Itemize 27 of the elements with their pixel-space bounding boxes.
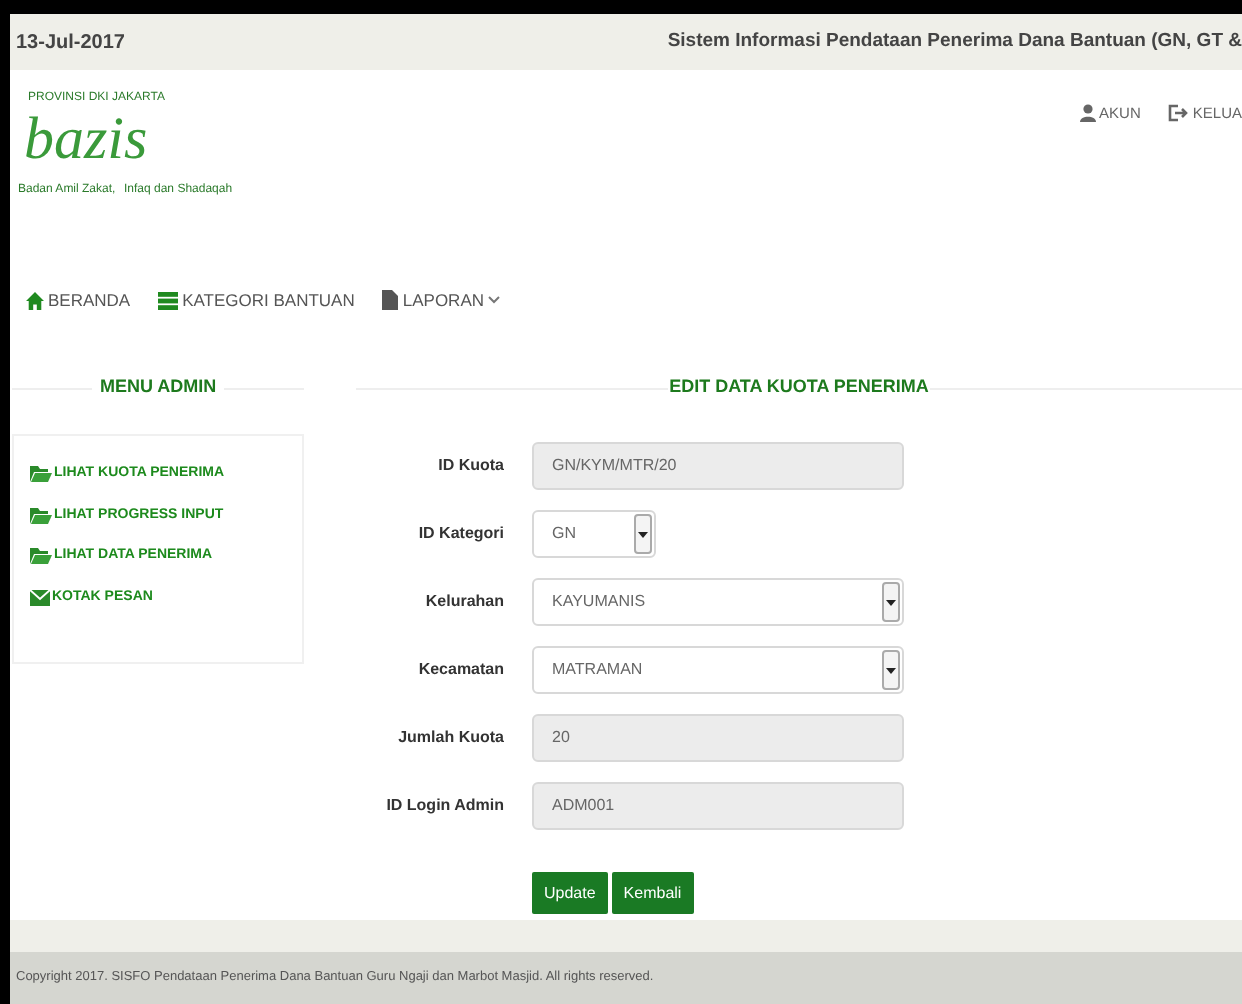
form-button[interactable]: Kembali (611, 872, 694, 914)
dropdown-field[interactable]: GN (532, 510, 656, 558)
nav-link[interactable]: LAPORAN (382, 287, 500, 313)
section-heading: MENU ADMIN (98, 374, 219, 401)
dropdown-field[interactable]: MATRAMAN (532, 646, 904, 694)
field-label: ID Kategori (416, 522, 506, 546)
field-label: Kecamatan (416, 658, 506, 682)
section-heading: EDIT DATA KUOTA PENERIMA (667, 374, 931, 401)
field-label: Jumlah Kuota (396, 726, 506, 750)
form-button[interactable]: Update (532, 872, 608, 914)
date-text: 13-Jul-2017 (16, 29, 125, 57)
envelope-icon (30, 589, 50, 606)
field-label: ID Kuota (436, 454, 506, 478)
nav-link[interactable]: BERANDA (26, 287, 131, 313)
field-label: ID Login Admin (384, 794, 506, 818)
folder-icon (30, 466, 52, 483)
dropdown-field[interactable]: KAYUMANIS (532, 578, 904, 626)
file-icon (382, 290, 399, 310)
logout-icon (1168, 104, 1189, 123)
site-title: Sistem Informasi Pendataan Penerima Dana Bantuan (GN, GT & (667, 27, 1242, 56)
nav-link[interactable]: KATEGORI BANTUAN (158, 287, 355, 313)
field-label: Kelurahan (423, 590, 506, 614)
list-icon (158, 291, 179, 309)
folder-icon (30, 548, 52, 565)
home-icon (26, 291, 44, 309)
folder-icon (30, 507, 52, 524)
user-icon (1079, 104, 1096, 123)
